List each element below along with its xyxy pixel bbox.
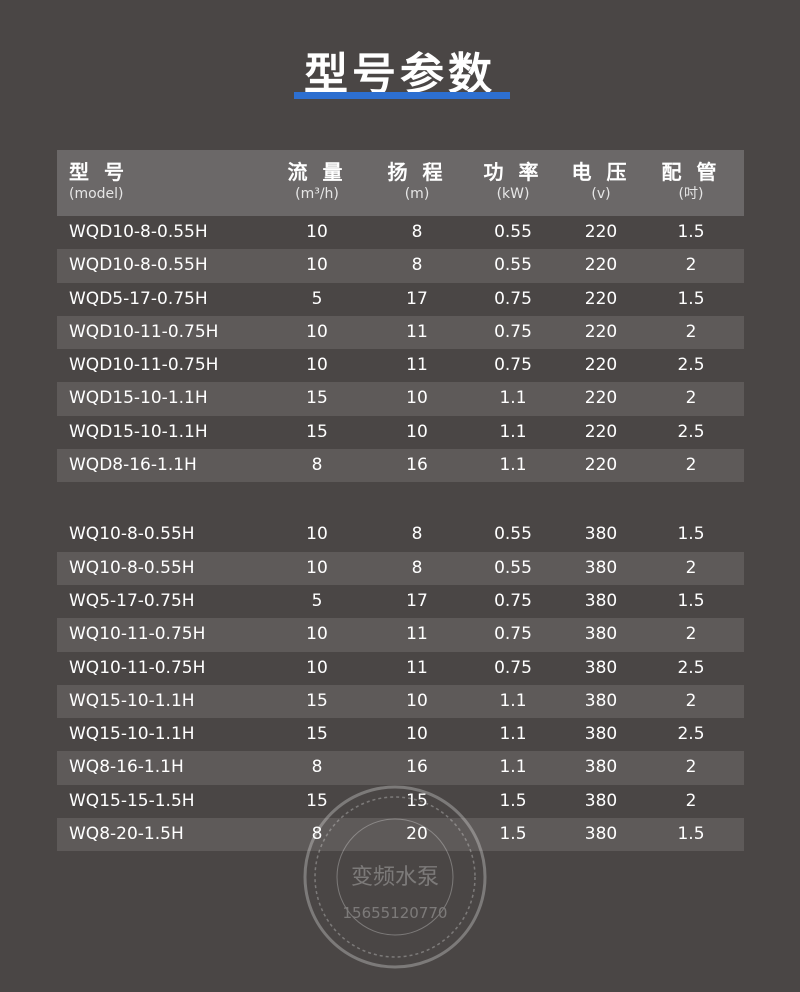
header-unit: (model)	[69, 186, 124, 202]
header-unit: (m)	[404, 186, 430, 202]
pipe-cell: 2	[685, 624, 697, 645]
header-label: 流 量	[287, 160, 347, 184]
model-cell: WQ5-17-0.75H	[69, 590, 195, 611]
model-cell: WQ8-20-1.5H	[69, 824, 184, 845]
pipe-cell: 1.5	[677, 590, 705, 611]
model-cell: WQ10-11-0.75H	[69, 624, 206, 645]
header-label: 电 压	[571, 160, 631, 184]
header-label: 扬 程	[387, 160, 447, 184]
table-row: WQ10-11-0.75H 10 11 0.75 380 2	[57, 618, 744, 652]
header-pipe: 配 管 (吋)	[647, 160, 735, 204]
pipe-cell: 2.5	[677, 421, 705, 442]
header-unit: (kW)	[496, 186, 530, 202]
pipe-cell: 1.5	[677, 222, 705, 242]
pipe-cell: 2	[685, 321, 697, 342]
pipe-cell: 2	[685, 455, 697, 476]
title-underline	[294, 92, 510, 99]
watermark-phone: 15655120770	[343, 904, 448, 922]
table-row: WQD15-10-1.1H 15 10 1.1 220 2	[57, 382, 744, 416]
table-row: WQD10-11-0.75H 10 11 0.75 220 2	[57, 315, 744, 350]
header-unit: (v)	[591, 186, 611, 202]
group-gap	[57, 482, 744, 518]
pipe-cell: 2.5	[677, 724, 705, 745]
pipe-cell: 2.5	[677, 657, 705, 678]
pipe-cell: 1.5	[677, 824, 705, 845]
model-cell: WQ10-11-0.75H	[69, 657, 206, 678]
model-cell: WQD10-8-0.55H	[69, 255, 208, 276]
table-header: 型 号 (model) 流 量 (m³/h) 扬 程 (m) 功 率 (kW) …	[57, 150, 744, 216]
table-row: WQ15-10-1.1H 15 10 1.1 380 2.5	[57, 718, 744, 751]
model-cell: WQ10-8-0.55H	[69, 557, 195, 578]
header-voltage: 电 压 (v)	[557, 160, 645, 204]
table-row: WQ10-8-0.55H 10 8 0.55 380 1.5	[57, 518, 744, 551]
header-power: 功 率 (kW)	[469, 160, 557, 204]
header-unit: (m³/h)	[295, 186, 339, 202]
spec-table: 型 号 (model) 流 量 (m³/h) 扬 程 (m) 功 率 (kW) …	[57, 150, 744, 852]
table-row: WQ10-8-0.55H 10 8 0.55 380 2	[57, 551, 744, 585]
header-flow: 流 量 (m³/h)	[273, 160, 361, 204]
table-row: WQ8-16-1.1H 8 16 1.1 380 2	[57, 751, 744, 785]
table-row: WQD10-8-0.55H 10 8 0.55 220 1.5	[57, 216, 744, 249]
model-cell: WQD15-10-1.1H	[69, 421, 208, 442]
model-cell: WQ8-16-1.1H	[69, 757, 184, 778]
pipe-cell: 2	[685, 757, 697, 778]
table-row: WQD8-16-1.1H 8 16 1.1 220 2	[57, 449, 744, 483]
model-cell: WQ15-15-1.5H	[69, 790, 195, 811]
header-model: 型 号 (model)	[69, 160, 128, 204]
table-row: WQ10-11-0.75H 10 11 0.75 380 2.5	[57, 652, 744, 685]
model-cell: WQD15-10-1.1H	[69, 388, 208, 409]
table-row: WQD10-11-0.75H 10 11 0.75 220 2.5	[57, 349, 744, 382]
header-label: 功 率	[483, 160, 543, 184]
header-head: 扬 程 (m)	[373, 160, 461, 204]
pipe-cell: 1.5	[677, 524, 705, 545]
pipe-cell: 2	[685, 690, 697, 711]
table-row: WQD15-10-1.1H 15 10 1.1 220 2.5	[57, 416, 744, 449]
table-row: WQD5-17-0.75H 5 17 0.75 220 1.5	[57, 283, 744, 316]
model-cell: WQ15-10-1.1H	[69, 724, 195, 745]
pipe-cell: 2	[685, 557, 697, 578]
pipe-cell: 2.5	[677, 355, 705, 376]
model-cell: WQD10-11-0.75H	[69, 321, 219, 342]
watermark-text: 变频水泵	[351, 865, 439, 890]
header-unit: (吋)	[678, 186, 704, 202]
stamp-watermark: 变频水泵 15655120770	[303, 785, 487, 969]
model-cell: WQ10-8-0.55H	[69, 524, 195, 545]
pipe-cell: 2	[685, 790, 697, 811]
model-cell: WQD5-17-0.75H	[69, 288, 208, 309]
model-cell: WQD8-16-1.1H	[69, 455, 197, 476]
table-row: WQD10-8-0.55H 10 8 0.55 220 2	[57, 249, 744, 283]
model-cell: WQD10-11-0.75H	[69, 355, 219, 376]
pipe-cell: 1.5	[677, 288, 705, 309]
table-group-220v: WQD10-8-0.55H 10 8 0.55 220 1.5 WQD10-8-0.55H 1…	[57, 216, 744, 483]
pipe-cell: 2	[685, 388, 697, 409]
model-cell: WQ15-10-1.1H	[69, 690, 195, 711]
model-cell: WQD10-8-0.55H	[69, 222, 208, 242]
table-row: WQ15-10-1.1H 15 10 1.1 380 2	[57, 684, 744, 719]
header-label: 配 管	[661, 160, 721, 184]
table-row: WQ5-17-0.75H 5 17 0.75 380 1.5	[57, 585, 744, 618]
header-label: 型 号	[69, 160, 128, 184]
pipe-cell: 2	[685, 255, 697, 276]
